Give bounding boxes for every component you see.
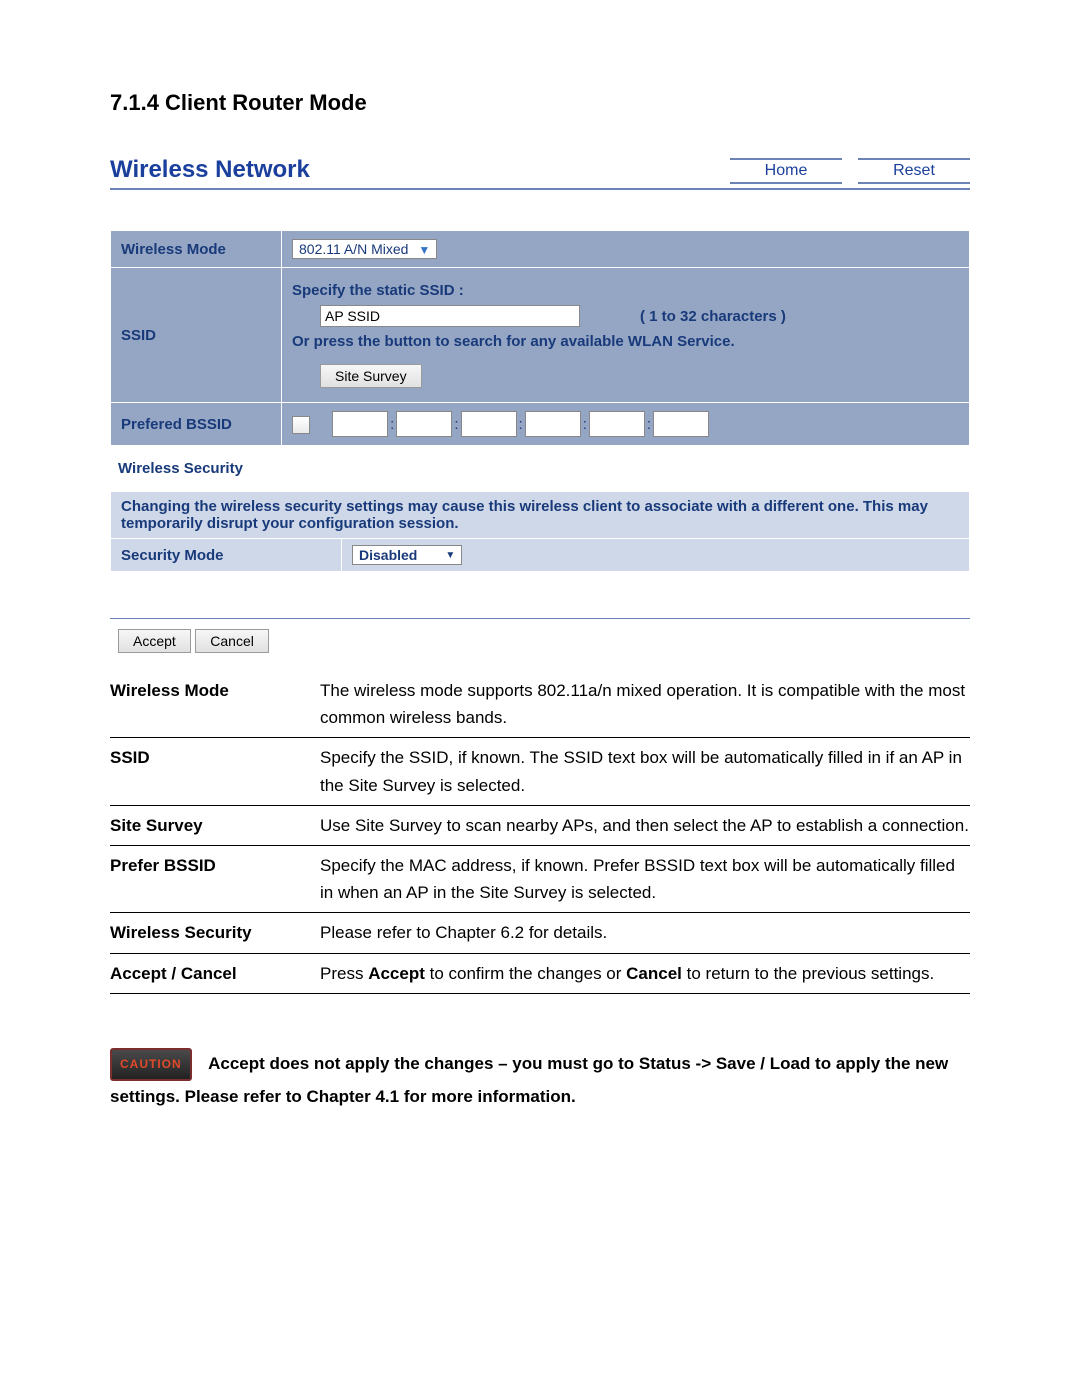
desc-def: Use Site Survey to scan nearby APs, and …	[320, 805, 970, 845]
desc-term: Prefer BSSID	[110, 845, 320, 912]
ssid-or-text: Or press the button to search for any av…	[292, 333, 959, 350]
bssid-field-4[interactable]	[525, 411, 581, 437]
wireless-security-subheading: Wireless Security	[118, 460, 970, 477]
bssid-field-6[interactable]	[653, 411, 709, 437]
panel-title: Wireless Network	[110, 156, 310, 184]
home-button[interactable]: Home	[730, 158, 842, 184]
bssid-field-2[interactable]	[396, 411, 452, 437]
ssid-input[interactable]	[320, 305, 580, 327]
chevron-down-icon: ▼	[418, 243, 430, 257]
bssid-field-3[interactable]	[461, 411, 517, 437]
security-mode-select[interactable]: Disabled ▼	[352, 545, 462, 565]
security-mode-value: Disabled	[359, 547, 417, 563]
ssid-label: SSID	[111, 268, 282, 403]
caution-block: CAUTION Accept does not apply the change…	[110, 1048, 970, 1114]
chevron-down-icon: ▼	[445, 550, 455, 561]
prefered-bssid-label: Prefered BSSID	[111, 403, 282, 446]
caution-icon: CAUTION	[110, 1048, 192, 1081]
desc-term: Accept / Cancel	[110, 953, 320, 993]
ssid-specify-text: Specify the static SSID :	[292, 282, 959, 299]
desc-term: Wireless Security	[110, 913, 320, 953]
security-table: Changing the wireless security settings …	[110, 491, 970, 572]
desc-term: Wireless Mode	[110, 671, 320, 738]
desc-term: SSID	[110, 738, 320, 805]
divider	[110, 618, 970, 619]
wireless-mode-value: 802.11 A/N Mixed	[299, 241, 408, 257]
desc-def: Specify the SSID, if known. The SSID tex…	[320, 738, 970, 805]
description-table: Wireless Mode The wireless mode supports…	[110, 671, 970, 994]
prefered-bssid-checkbox[interactable]	[292, 416, 310, 434]
wireless-mode-select[interactable]: 802.11 A/N Mixed ▼	[292, 239, 437, 259]
ssid-hint: ( 1 to 32 characters )	[640, 308, 786, 325]
desc-def: Please refer to Chapter 6.2 for details.	[320, 913, 970, 953]
security-warning: Changing the wireless security settings …	[111, 492, 970, 539]
cancel-button[interactable]: Cancel	[195, 629, 269, 653]
accept-button[interactable]: Accept	[118, 629, 191, 653]
desc-def: The wireless mode supports 802.11a/n mix…	[320, 671, 970, 738]
wireless-mode-label: Wireless Mode	[111, 231, 282, 268]
reset-button[interactable]: Reset	[858, 158, 970, 184]
security-mode-label: Security Mode	[111, 539, 342, 572]
panel-header: Wireless Network Home Reset	[110, 156, 970, 190]
bssid-field-1[interactable]	[332, 411, 388, 437]
desc-def: Press Accept to confirm the changes or C…	[320, 953, 970, 993]
section-heading: 7.1.4 Client Router Mode	[110, 90, 970, 116]
bssid-inputs: : : : : :	[332, 411, 709, 437]
bssid-field-5[interactable]	[589, 411, 645, 437]
wireless-form-table: Wireless Mode 802.11 A/N Mixed ▼ SSID Sp…	[110, 230, 970, 446]
desc-def: Specify the MAC address, if known. Prefe…	[320, 845, 970, 912]
site-survey-button[interactable]: Site Survey	[320, 364, 422, 388]
desc-term: Site Survey	[110, 805, 320, 845]
caution-text: Accept does not apply the changes – you …	[110, 1054, 948, 1106]
